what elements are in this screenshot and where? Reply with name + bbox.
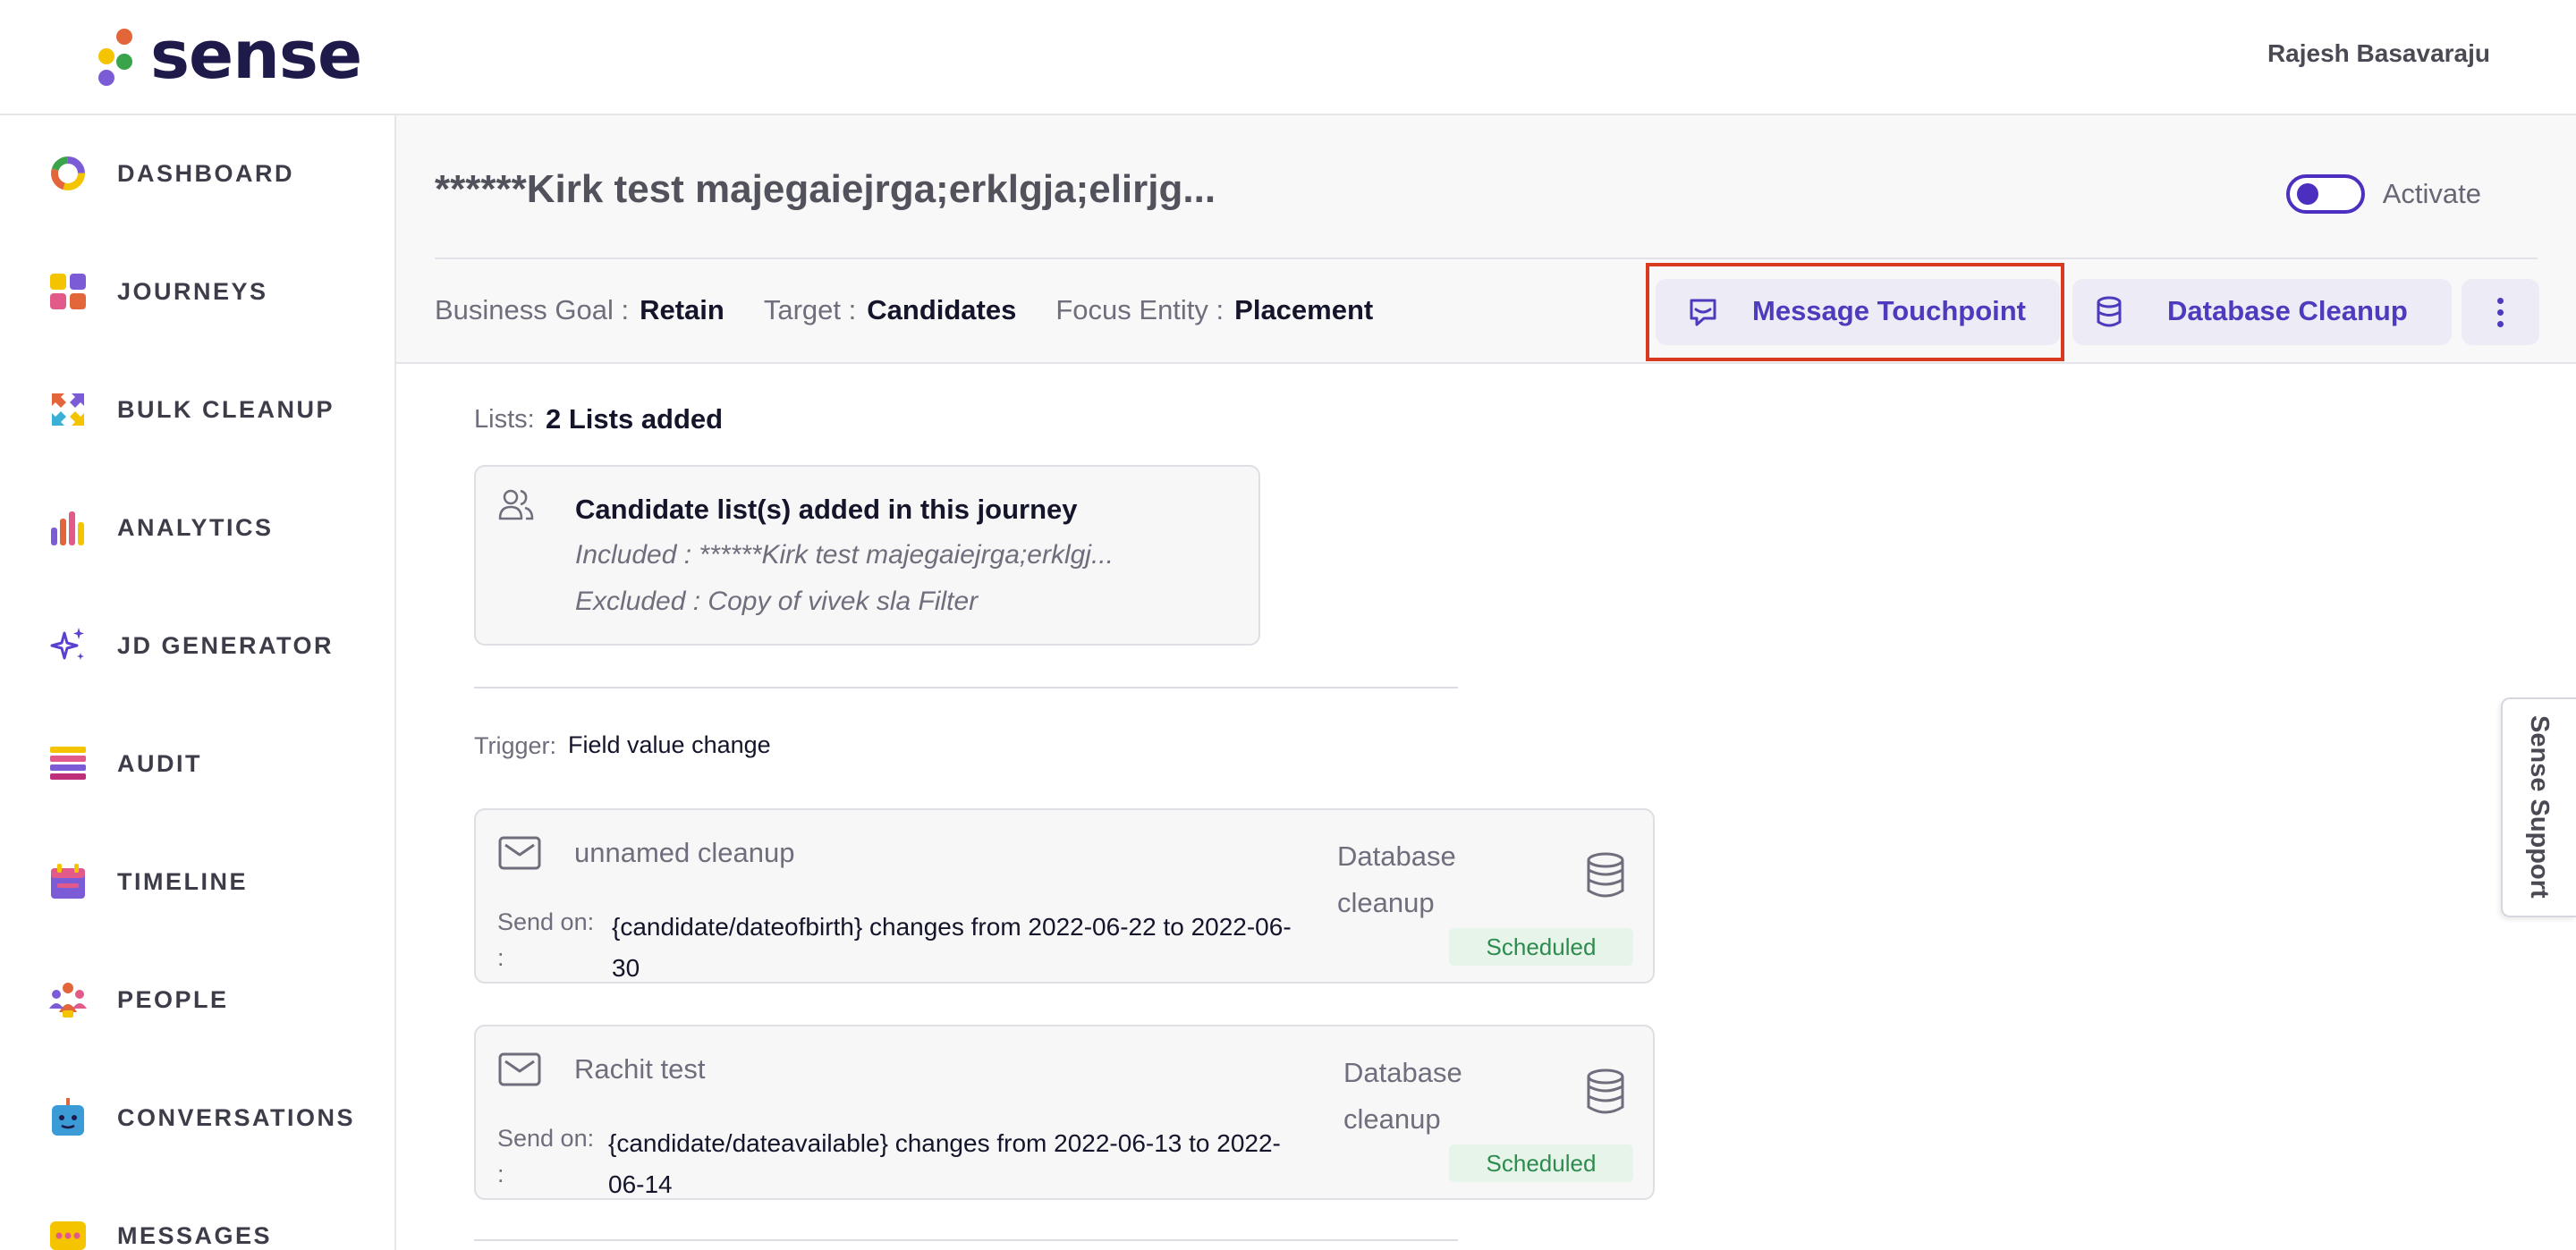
candidate-list-card[interactable]: Candidate list(s) added in this journey … bbox=[474, 465, 1260, 646]
dashboard-ring-icon bbox=[51, 156, 85, 190]
sidebar-item-bulk-cleanup[interactable]: BULK CLEANUP bbox=[0, 374, 394, 445]
logo-dots bbox=[93, 23, 136, 88]
sidebar-item-label: ANALYTICS bbox=[117, 513, 274, 541]
sidebar-item-label: MESSAGES bbox=[117, 1221, 273, 1249]
database-cleanup-button[interactable]: Database Cleanup bbox=[2072, 279, 2452, 345]
top-bar: sense Rajesh Basavaraju bbox=[0, 0, 2576, 115]
sidebar-item-journeys[interactable]: JOURNEYS bbox=[0, 256, 394, 327]
analytics-bars-icon bbox=[51, 511, 84, 545]
sidebar-item-label: CONVERSATIONS bbox=[117, 1103, 356, 1131]
send-on-label: Send on: bbox=[497, 908, 595, 935]
trigger-label: Trigger: bbox=[474, 732, 557, 759]
journey-header: ******Kirk test majegaiejrga;erklgja;eli… bbox=[396, 115, 2576, 364]
journeys-grid-icon bbox=[50, 274, 86, 309]
touchpoint-condition: {candidate/dateofbirth} changes from 202… bbox=[612, 913, 1292, 982]
touchpoint-name: unnamed cleanup bbox=[574, 837, 795, 868]
users-icon bbox=[498, 489, 534, 520]
divider bbox=[474, 687, 1458, 688]
sidebar-item-label: JD GENERATOR bbox=[117, 631, 335, 659]
sidebar-item-label: PEOPLE bbox=[117, 985, 229, 1013]
bulk-cleanup-arrows-icon bbox=[52, 393, 84, 426]
sidebar-item-label: AUDIT bbox=[117, 749, 202, 777]
robot-icon bbox=[52, 1098, 84, 1136]
touchpoint-name: Rachit test bbox=[574, 1053, 706, 1085]
list-card-title: Candidate list(s) added in this journey bbox=[575, 494, 1078, 525]
touchpoint-type: Database cleanup bbox=[1337, 840, 1456, 918]
database-icon bbox=[1587, 1068, 1624, 1114]
database-icon bbox=[2097, 296, 2122, 327]
more-options-button[interactable] bbox=[2462, 279, 2539, 345]
touchpoint-condition: {candidate/dateavailable} changes from 2… bbox=[608, 1129, 1281, 1198]
database-icon bbox=[1587, 852, 1624, 898]
status-badge: Scheduled bbox=[1449, 928, 1633, 966]
database-cleanup-label: Database Cleanup bbox=[2167, 295, 2408, 326]
trigger-value: Field value change bbox=[568, 731, 771, 758]
focus-entity-key: Focus Entity : bbox=[1055, 294, 1224, 325]
sidebar-item-label: DASHBOARD bbox=[117, 159, 294, 187]
sidebar-item-label: JOURNEYS bbox=[117, 277, 268, 305]
journey-meta: Business Goal : Retain Target : Candidat… bbox=[435, 294, 1412, 326]
main-content: ******Kirk test majegaiejrga;erklgja;eli… bbox=[396, 115, 2576, 1250]
sidebar-item-dashboard[interactable]: DASHBOARD bbox=[0, 138, 394, 209]
dot bbox=[2497, 297, 2504, 304]
sidebar-item-analytics[interactable]: ANALYTICS bbox=[0, 492, 394, 563]
sidebar-item-conversations[interactable]: CONVERSATIONS bbox=[0, 1082, 394, 1153]
calendar-icon bbox=[51, 864, 85, 899]
touchpoint-type: Database cleanup bbox=[1343, 1057, 1462, 1135]
toggle-knob bbox=[2296, 183, 2318, 205]
dot bbox=[2497, 320, 2504, 327]
sidebar-item-messages[interactable]: MESSAGES bbox=[0, 1200, 394, 1250]
people-icon bbox=[49, 983, 87, 1018]
user-name[interactable]: Rajesh Basavaraju bbox=[2267, 39, 2490, 68]
messages-icon bbox=[50, 1221, 86, 1250]
activate-toggle[interactable] bbox=[2285, 174, 2365, 214]
divider bbox=[474, 1239, 1458, 1241]
highlight-outline bbox=[1646, 263, 2064, 361]
touchpoint-card[interactable]: Rachit test Send on: : {candidate/dateav… bbox=[474, 1025, 1655, 1200]
status-badge: Scheduled bbox=[1449, 1144, 1633, 1182]
sidebar-item-jd-generator[interactable]: JD GENERATOR bbox=[0, 610, 394, 681]
sense-logo[interactable]: sense bbox=[93, 17, 362, 94]
send-on-label: Send on: bbox=[497, 1125, 595, 1152]
target-value: Candidates bbox=[867, 294, 1017, 325]
sparkles-icon bbox=[50, 628, 84, 660]
send-on-colon: : bbox=[497, 1161, 504, 1187]
envelope-icon bbox=[498, 1052, 541, 1086]
business-goal-key: Business Goal : bbox=[435, 294, 630, 325]
sidebar-item-timeline[interactable]: TIMELINE bbox=[0, 846, 394, 917]
envelope-icon bbox=[498, 836, 541, 870]
focus-entity-value: Placement bbox=[1234, 294, 1374, 325]
sidebar-item-label: BULK CLEANUP bbox=[117, 395, 335, 423]
included-list: Included : ******Kirk test majegaiejrga;… bbox=[575, 540, 1114, 570]
sidebar: DASHBOARD JOURNEYS BULK CLEANUP ANALYTIC… bbox=[0, 115, 396, 1250]
send-on-colon: : bbox=[497, 944, 504, 971]
page-title: ******Kirk test majegaiejrga;erklgja;eli… bbox=[435, 167, 1216, 211]
touchpoint-card[interactable]: unnamed cleanup Send on: : {candidate/da… bbox=[474, 808, 1655, 984]
sense-support-label[interactable]: Sense Support bbox=[2514, 713, 2563, 900]
excluded-list: Excluded : Copy of vivek sla Filter bbox=[575, 587, 979, 616]
dot bbox=[2497, 308, 2504, 316]
sidebar-item-audit[interactable]: AUDIT bbox=[0, 728, 394, 799]
lists-value: 2 Lists added bbox=[546, 403, 724, 435]
sidebar-item-label: TIMELINE bbox=[117, 867, 248, 895]
target-key: Target : bbox=[763, 294, 857, 325]
divider bbox=[435, 258, 2538, 259]
activate-toggle-group: Activate bbox=[2285, 174, 2481, 214]
lists-label: Lists: bbox=[474, 405, 535, 434]
brand-name: sense bbox=[150, 17, 362, 94]
business-goal-value: Retain bbox=[640, 294, 724, 325]
sidebar-item-people[interactable]: PEOPLE bbox=[0, 964, 394, 1035]
audit-list-icon bbox=[50, 747, 86, 780]
activate-label: Activate bbox=[2382, 178, 2481, 209]
